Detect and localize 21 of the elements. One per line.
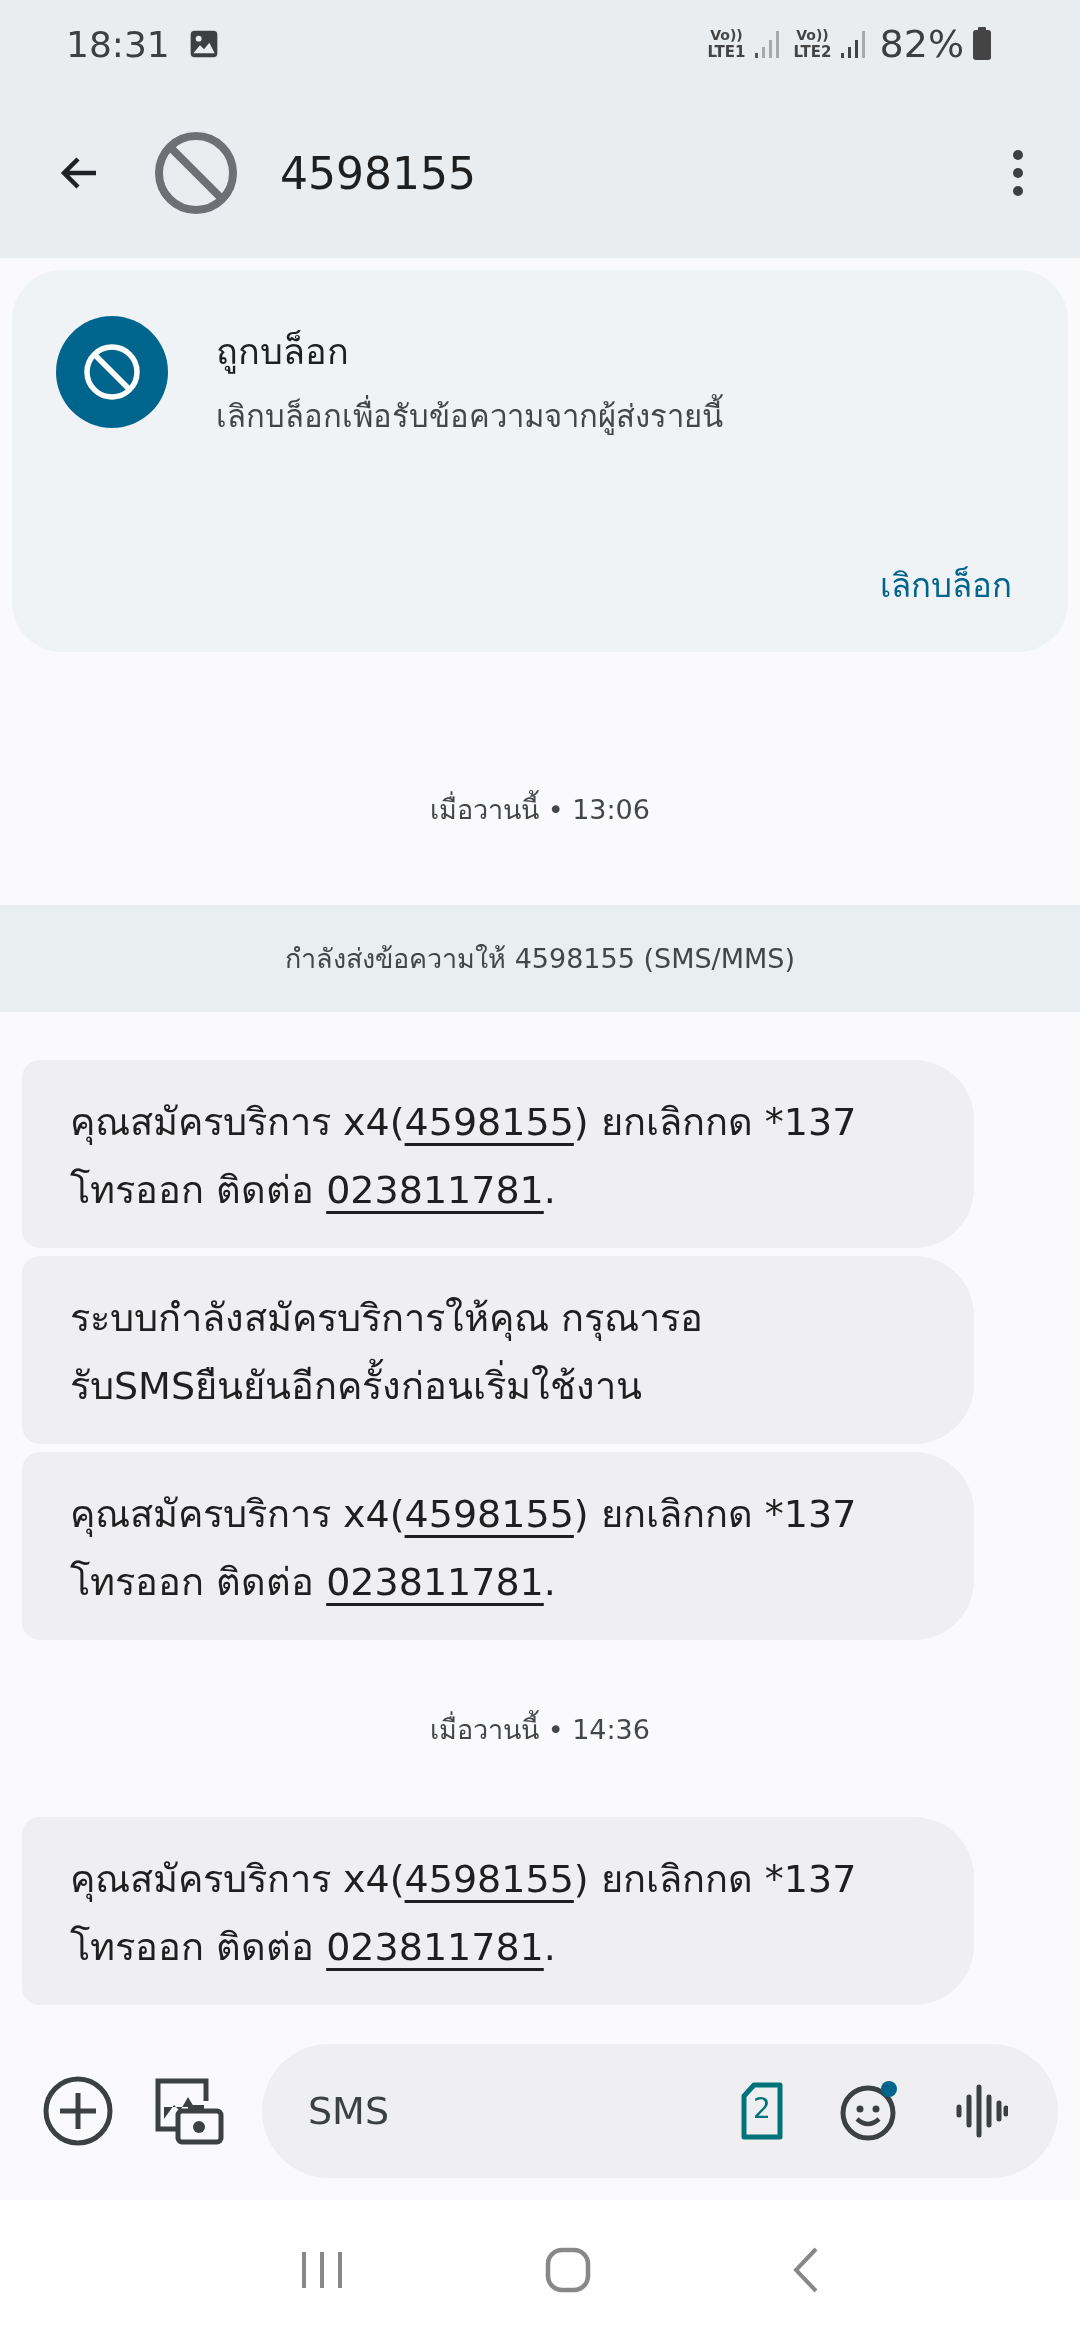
blocked-description: เลิกบล็อกเพื่อรับข้อความจากผู้ส่งรายนี้ [216, 394, 723, 438]
message-bubble[interactable]: คุณสมัครบริการ x4(4598155) ยกเลิกกด *137 โทรออก ติดต่อ 023811781. [22, 1060, 974, 1248]
message-input-field[interactable]: SMS 2 [262, 2044, 1058, 2178]
sim-card-icon[interactable]: 2 [740, 2082, 784, 2140]
message-bubble[interactable]: คุณสมัครบริการ x4(4598155) ยกเลิกกด *137 โทรออก ติดต่อ 023811781. [22, 1817, 974, 2005]
phone-link[interactable]: 023811781 [326, 1560, 544, 1604]
volte-label: Vo)) LTE1 [707, 27, 746, 61]
volte-label: Vo)) LTE2 [793, 27, 832, 61]
phone-link[interactable]: 4598155 [404, 1857, 574, 1901]
message-bubble[interactable]: ระบบกำลังสมัครบริการให้คุณ กรุณารอ รับSMSยืนยันอีกครั้งก่อนเริ่มใช้งาน [22, 1256, 974, 1444]
phone-link[interactable]: 023811781 [326, 1925, 544, 1969]
battery-percent: 82% [879, 22, 964, 66]
contact-title: 4598155 [280, 147, 476, 199]
phone-link[interactable]: 023811781 [326, 1168, 544, 1212]
blocked-title: ถูกบล็อก [216, 329, 350, 376]
message-bubble[interactable]: คุณสมัครบริการ x4(4598155) ยกเลิกกด *137 โทรออก ติดต่อ 023811781. [22, 1452, 974, 1640]
phone-link[interactable]: 4598155 [404, 1100, 574, 1144]
unblock-link[interactable]: เลิกบล็อก [880, 559, 1012, 612]
sending-banner: กำลังส่งข้อความให้ 4598155 (SMS/MMS) [0, 905, 1080, 1012]
status-time: 18:31 [66, 23, 170, 65]
phone-link[interactable]: 4598155 [404, 1492, 574, 1536]
